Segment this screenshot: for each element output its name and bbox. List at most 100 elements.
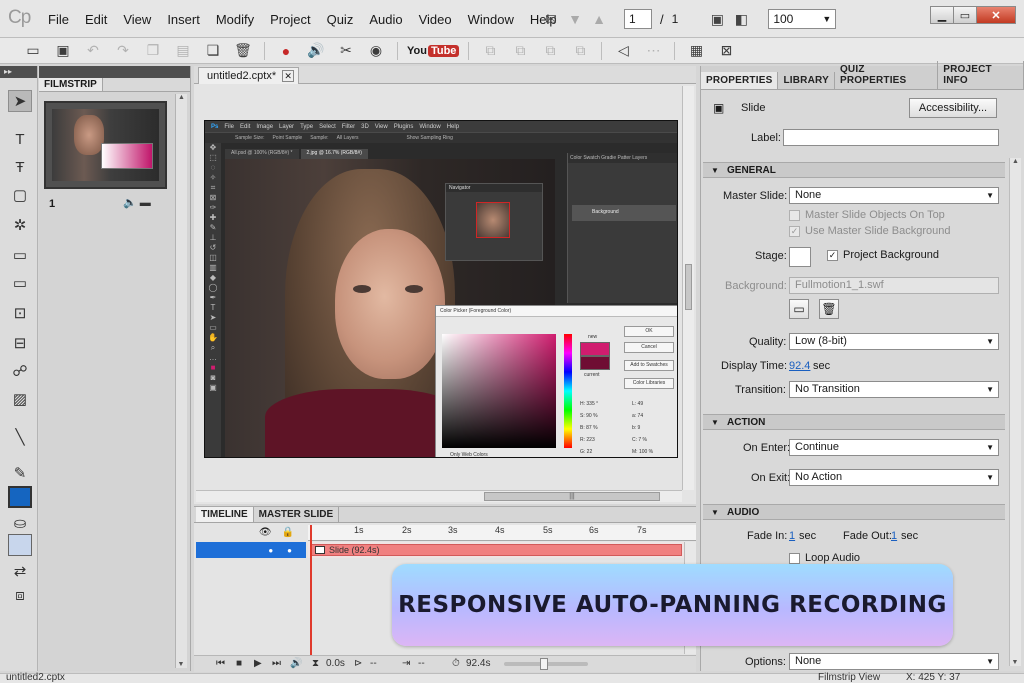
click-box-icon[interactable]: ✲ [8, 214, 32, 236]
tab-quiz-properties[interactable]: QUIZ PROPERTIES [835, 61, 939, 89]
timeline-playhead[interactable] [310, 525, 312, 665]
align-left-icon[interactable]: ⧉ [475, 40, 505, 62]
tab-master-slide[interactable]: MASTER SLIDE [254, 507, 340, 522]
tab-properties[interactable]: PROPERTIES [701, 72, 779, 89]
menu-audio[interactable]: Audio [361, 12, 410, 27]
text-caption-icon[interactable]: T [8, 128, 32, 150]
tab-library[interactable]: LIBRARY [778, 72, 835, 89]
display-time-value[interactable]: 92.4 [789, 360, 810, 372]
tab-timeline[interactable]: TIMELINE [196, 507, 254, 522]
menu-window[interactable]: Window [460, 12, 522, 27]
document-vertical-scrollbar[interactable] [682, 86, 694, 490]
duplicate-icon[interactable]: ❏ [198, 40, 228, 62]
stop-icon[interactable]: ■ [236, 658, 242, 669]
label-input[interactable] [783, 129, 999, 146]
scroll-thumb[interactable] [685, 264, 692, 310]
on-exit-select[interactable]: No Action ▼ [789, 469, 999, 486]
publish-icon[interactable]: ◧ [730, 8, 752, 30]
options-select[interactable]: None ▼ [789, 653, 999, 670]
selection-tool-icon[interactable]: ➤ [8, 90, 32, 112]
lock-icon[interactable]: 🔒 [282, 527, 294, 538]
align-center-icon[interactable]: ⧉ [505, 40, 535, 62]
speaker-notes-icon[interactable]: ◁ [608, 40, 638, 62]
video-icon[interactable]: ▬ [140, 197, 151, 209]
current-page-input[interactable]: 1 [624, 9, 652, 29]
close-icon[interactable]: ✕ [282, 70, 295, 82]
audio-icon[interactable]: 🔈 [123, 197, 137, 209]
stroke-color-swatch[interactable] [8, 486, 32, 508]
quality-select[interactable]: Low (8-bit) ▼ [789, 333, 999, 350]
arrow-up-icon[interactable]: ▲ [588, 8, 610, 30]
scroll-down-icon[interactable]: ▼ [176, 661, 186, 668]
menu-edit[interactable]: Edit [77, 12, 115, 27]
loop-audio-checkbox[interactable] [789, 553, 800, 564]
open-folder-icon[interactable]: ▭ [18, 40, 48, 62]
use-master-bg-checkbox[interactable]: ✓ [789, 226, 800, 237]
youtube-button[interactable]: You Tube [404, 44, 462, 58]
menu-view[interactable]: View [115, 12, 159, 27]
general-section-header[interactable]: ▼ GENERAL [703, 162, 1005, 178]
mute-icon[interactable]: ✂ [331, 40, 361, 62]
menu-file[interactable]: File [40, 12, 77, 27]
play-icon[interactable]: ▶ [254, 658, 262, 669]
visibility-dot-icon[interactable]: ● [268, 546, 273, 555]
snap-grid-icon[interactable]: ⊠ [711, 40, 741, 62]
record-icon[interactable]: ● [271, 40, 301, 62]
swap-colors-icon[interactable]: ⇄ [8, 560, 32, 582]
rewind-icon[interactable]: ⏮ [216, 658, 225, 669]
audio-icon[interactable]: 🔊 [301, 40, 331, 62]
fill-color-swatch[interactable] [8, 534, 32, 556]
filmstrip-scrollbar[interactable]: ▲ ▼ [175, 94, 187, 668]
scroll-up-icon[interactable]: ▲ [176, 94, 187, 101]
timeline-layer-row[interactable]: ● ● [196, 542, 306, 558]
eye-icon[interactable]: 👁 [259, 527, 272, 538]
slide-thumbnail[interactable] [44, 101, 167, 189]
folder-icon[interactable]: ▭ [789, 299, 809, 319]
arrow-down-icon[interactable]: ▼ [564, 8, 586, 30]
zoom-slider-knob[interactable] [540, 658, 548, 670]
rollover-caption-icon[interactable]: Ŧ [8, 156, 32, 178]
menu-insert[interactable]: Insert [159, 12, 208, 27]
scroll-down-icon[interactable]: ▼ [1010, 659, 1020, 666]
copy-icon[interactable]: ❐ [138, 40, 168, 62]
project-background-checkbox[interactable]: ✓ [827, 250, 838, 261]
delete-icon[interactable]: 🗑 [819, 299, 839, 319]
scroll-thumb[interactable]: ||| [484, 492, 660, 501]
transition-select[interactable]: No Transition ▼ [789, 381, 999, 398]
undo-icon[interactable]: ↶ [78, 40, 108, 62]
mouse-icon[interactable]: ☍ [8, 360, 32, 382]
properties-scrollbar[interactable]: ▲ ▼ [1009, 158, 1021, 666]
accessibility-button[interactable]: Accessibility... [909, 98, 997, 118]
maximize-button[interactable]: ▭ [953, 6, 977, 24]
align-top-icon[interactable]: ⧉ [565, 40, 595, 62]
fade-in-value[interactable]: 1 [789, 530, 795, 542]
scroll-up-icon[interactable]: ▲ [1010, 158, 1021, 165]
minimize-button[interactable]: ▁ [930, 6, 954, 24]
menu-project[interactable]: Project [262, 12, 318, 27]
action-section-header[interactable]: ▼ ACTION [703, 414, 1005, 430]
button-icon[interactable]: ▭ [8, 244, 32, 266]
fill-bucket-icon[interactable]: ⛀ [8, 512, 32, 534]
pencil-icon[interactable]: ✎ [8, 462, 32, 484]
line-icon[interactable]: ╲ [8, 426, 32, 448]
tab-project-info[interactable]: PROJECT INFO [938, 61, 1024, 89]
camera-icon[interactable]: ◉ [361, 40, 391, 62]
rollover-slidelet-icon[interactable]: ▨ [8, 388, 32, 410]
master-objects-checkbox[interactable] [789, 210, 800, 221]
preview-icon[interactable]: ▣ [706, 8, 728, 30]
delete-icon[interactable]: 🗑 [228, 40, 258, 62]
paste-icon[interactable]: ▤ [168, 40, 198, 62]
highlight-box-icon[interactable]: ▢ [8, 184, 32, 206]
zoom-select[interactable]: 100 ▼ [768, 9, 837, 29]
volume-icon[interactable]: 🔊 [290, 658, 302, 669]
text-entry-box-icon[interactable]: ▭ [8, 272, 32, 294]
redo-icon[interactable]: ↷ [108, 40, 138, 62]
menu-quiz[interactable]: Quiz [319, 12, 362, 27]
email-icon[interactable]: ✉ [540, 8, 562, 30]
slide-canvas[interactable]: Ps File Edit Image Layer Type Select Fil… [204, 120, 678, 458]
grid-icon[interactable]: ▦ [681, 40, 711, 62]
slide-duration-bar[interactable]: Slide (92.4s) [310, 544, 682, 556]
zoom-area-icon[interactable]: ⊟ [8, 332, 32, 354]
distribute-icon[interactable]: ⋯ [638, 40, 668, 62]
fade-out-value[interactable]: 1 [891, 530, 897, 542]
